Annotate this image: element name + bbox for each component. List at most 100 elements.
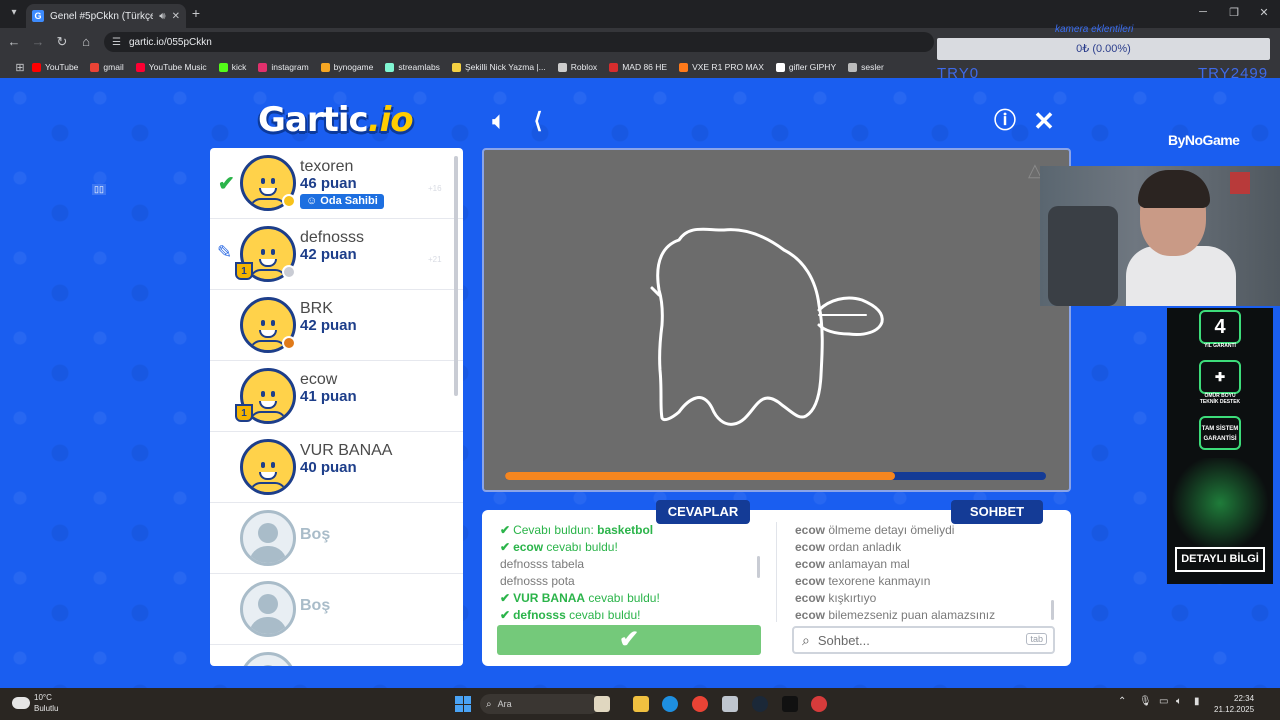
sound-icon[interactable]: 🔈︎ (486, 108, 512, 134)
reload-icon[interactable]: ↻ (54, 34, 70, 50)
bookmark-label: YouTube (45, 62, 79, 72)
steam-icon[interactable] (752, 696, 768, 712)
answer-message: ✔ defnosss cevabı buldu! (500, 608, 641, 622)
tab-audio-icon[interactable]: 🔊︎ (159, 11, 165, 22)
bookmark-item[interactable]: streamlabs (385, 62, 440, 72)
windows-taskbar: 10°C Bulutlu ⌕ Ara ⌃ 🎙︎ ▭ 🔈︎ ▮ 22:34 21.… (0, 688, 1280, 720)
back-icon[interactable]: ← (6, 34, 22, 50)
pc-image (1167, 458, 1273, 548)
bookmark-favicon-icon (258, 62, 268, 72)
bynogame-logo[interactable]: ByNoGame (1168, 132, 1240, 148)
network-icon[interactable]: ▭ (1159, 696, 1168, 707)
tray-chevron-icon[interactable]: ⌃ (1118, 696, 1126, 707)
apps-grid-icon[interactable]: ⊞ (8, 61, 32, 74)
detayli-bilgi-button[interactable]: DETAYLI BİLGİ (1175, 547, 1265, 572)
url-bar[interactable]: ☰ gartic.io/055pCkkn (104, 32, 934, 52)
tray-mini-icons: ▯▯ (92, 184, 106, 195)
bookmark-item[interactable]: kick (218, 62, 246, 72)
bookmark-label: Roblox (570, 62, 598, 72)
recording-app-icon[interactable] (811, 696, 827, 712)
epic-games-icon[interactable] (782, 696, 798, 712)
player-points: 42 puan (300, 246, 357, 263)
bookmark-favicon-icon (848, 62, 858, 72)
chrome-icon[interactable] (692, 696, 708, 712)
sponsor-banner[interactable]: 4 YIL GARANTİ ✚ ÖMÜR BOYU TEKNİK DESTEK … (1167, 308, 1273, 584)
minimize-icon[interactable]: ─ (1196, 6, 1210, 18)
answers-scrollbar[interactable] (757, 556, 760, 578)
bookmark-item[interactable]: instagram (258, 62, 309, 72)
active-tab[interactable]: G Genel #5pCkkn (Türkçe) - G 🔊︎ ✕ (26, 4, 186, 28)
store-icon[interactable] (722, 696, 738, 712)
start-icon[interactable] (455, 696, 471, 712)
bookmark-item[interactable]: MAD 86 HE (609, 62, 667, 72)
player-row[interactable]: ✔ texoren 46 puan ☺ Oda Sahibi +16 (210, 148, 463, 219)
bookmark-label: streamlabs (398, 62, 440, 72)
player-name: VUR BANAA (300, 442, 393, 459)
bookmark-label: YouTube Music (148, 62, 207, 72)
tab-search-menu-icon[interactable]: ▾ (6, 5, 22, 21)
bookmark-item[interactable]: VXE R1 PRO MAX (679, 62, 764, 72)
taskbar-search-placeholder: Ara (497, 699, 512, 709)
weather-temp: 10°C (34, 693, 52, 702)
file-explorer-icon[interactable] (633, 696, 649, 712)
forward-icon[interactable]: → (30, 34, 46, 50)
bookmark-item[interactable]: YouTube (32, 62, 78, 72)
edge-icon[interactable] (662, 696, 678, 712)
bookmark-favicon-icon (320, 62, 330, 72)
players-scrollbar[interactable] (454, 156, 458, 396)
chat-input-box[interactable]: ⌕ tab (792, 626, 1055, 654)
site-info-icon[interactable]: ☰ (112, 37, 121, 48)
restore-icon[interactable]: ❐ (1227, 6, 1241, 19)
mic-icon[interactable]: 🎙︎ (1139, 696, 1152, 707)
tab-close-icon[interactable]: ✕ (172, 11, 180, 22)
player-avatar (240, 439, 296, 495)
tab-title: Genel #5pCkkn (Türkçe) - G (50, 10, 154, 22)
window-close-icon[interactable]: ✕ (1257, 6, 1271, 19)
bookmark-item[interactable]: Roblox (557, 62, 598, 72)
bookmark-label: sesler (861, 62, 884, 72)
support-badge: ✚ ÖMÜR BOYU TEKNİK DESTEK (1197, 360, 1243, 404)
bookmark-item[interactable]: Şekilli Nick Yazma |... (451, 62, 546, 72)
weather-widget[interactable]: 10°C Bulutlu (12, 692, 58, 714)
tab-sohbet: SOHBET (951, 500, 1043, 524)
warranty-badge: 4 YIL GARANTİ (1197, 310, 1243, 350)
answer-submit-button[interactable]: ✔ (497, 625, 761, 655)
volume-icon[interactable]: 🔈︎ (1176, 696, 1182, 707)
chat-input[interactable] (817, 632, 1008, 648)
widgets-app-icon[interactable] (594, 696, 610, 712)
player-points: 46 puan (300, 175, 357, 192)
bookmark-label: gifler GIPHY (788, 62, 837, 72)
bookmark-item[interactable]: gifler GIPHY (775, 62, 837, 72)
chat-scrollbar[interactable] (1051, 600, 1054, 620)
player-row[interactable]: BRK 42 puan (210, 290, 463, 361)
faint-score-delta: +16 (428, 184, 442, 193)
faint-score-delta: +21 (428, 255, 442, 264)
bookmark-item[interactable]: YouTube Music (135, 62, 207, 72)
player-row[interactable]: ✎ 1 defnosss 42 puan +21 (210, 219, 463, 290)
round-timer-bar (505, 472, 1046, 480)
taskbar-clock[interactable]: 22:34 21.12.2025 (1214, 693, 1254, 715)
player-row[interactable]: 1 ecow 41 puan (210, 361, 463, 432)
empty-avatar-icon (240, 581, 296, 637)
empty-slot: Boş (210, 574, 463, 645)
taskbar-search[interactable]: ⌕ Ara (480, 694, 600, 714)
cloud-icon (12, 697, 30, 709)
home-icon[interactable]: ⌂ (78, 34, 94, 50)
player-row[interactable]: VUR BANAA 40 puan (210, 432, 463, 503)
battery-icon[interactable]: ▮ (1194, 696, 1200, 707)
bookmark-item[interactable]: sesler (848, 62, 884, 72)
chat-list: ecow ölmeme detayı ömeliydi ecow ordan an… (795, 523, 1050, 623)
bookmark-item[interactable]: bynogame (320, 62, 373, 72)
drawing-canvas[interactable] (482, 148, 1071, 492)
chat-message: ecow bilemezseniz puan alamazsınız (795, 608, 996, 622)
guessed-check-icon: ✔ (218, 173, 235, 195)
empty-slot: Boş (210, 503, 463, 574)
info-icon[interactable]: ⓘ (992, 108, 1018, 134)
share-icon[interactable]: ⟨ (525, 108, 551, 134)
close-game-icon[interactable]: ✕ (1031, 108, 1057, 134)
streamer-webcam (1040, 166, 1280, 306)
bookmark-item[interactable]: gmail (90, 62, 124, 72)
player-name: defnosss (300, 229, 365, 246)
bookmark-label: MAD 86 HE (622, 62, 668, 72)
new-tab-button[interactable]: + (188, 5, 204, 21)
